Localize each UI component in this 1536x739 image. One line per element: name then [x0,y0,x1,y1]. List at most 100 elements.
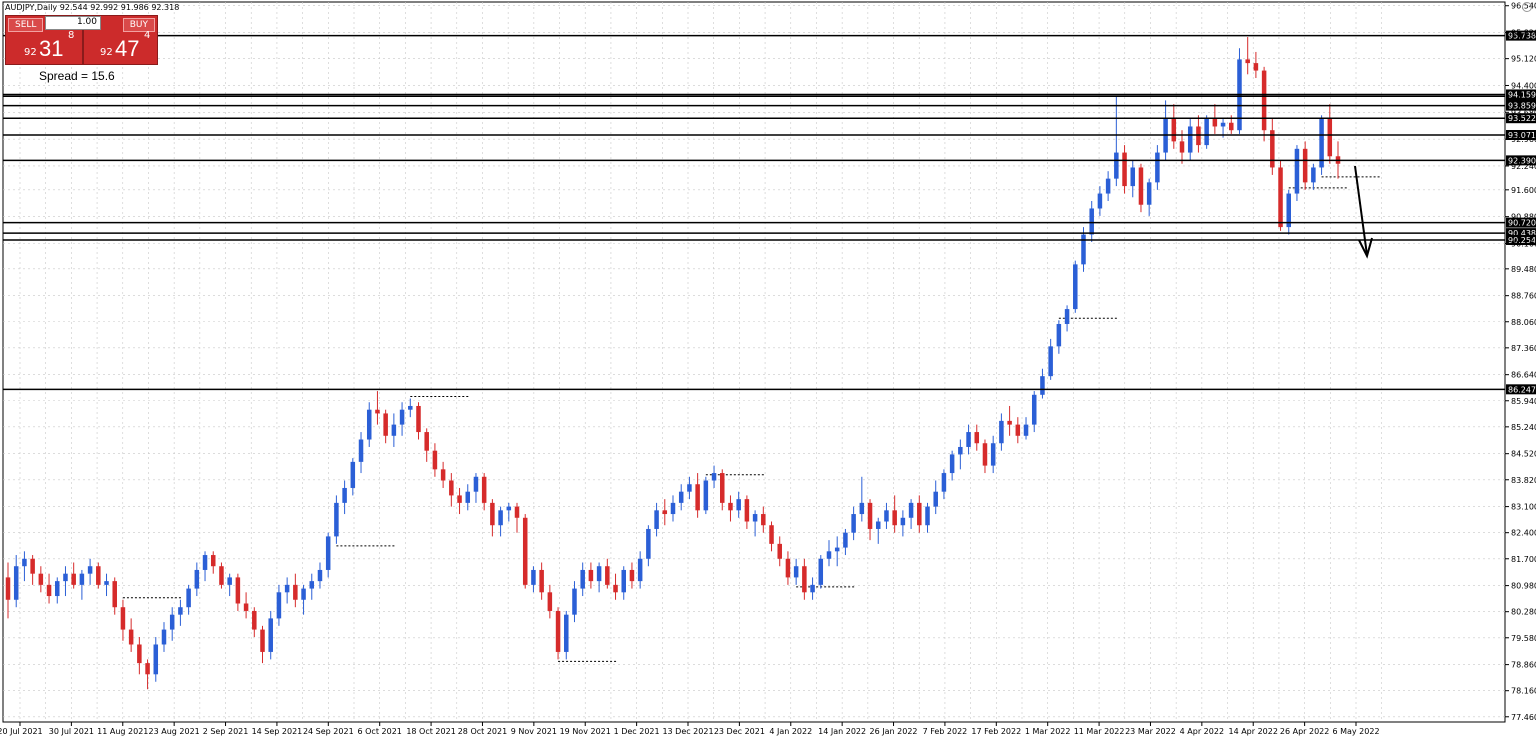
candle-body [202,555,208,570]
candle-body [769,525,774,544]
candle-body [637,558,643,582]
x-tick-label: 13 Dec 2021 [662,727,713,736]
x-tick-label: 24 Sep 2021 [303,727,354,736]
spread-label: Spread = 15.6 [39,69,115,83]
candle-body [1261,70,1267,131]
candle-body [161,629,167,645]
candle-body [13,566,19,600]
candle-body [309,581,315,589]
x-tick-label: 6 Oct 2021 [358,727,402,736]
candle-body [1146,182,1152,205]
candle-body [63,573,68,582]
candle-body [227,577,232,585]
candle-body [605,566,610,585]
candle-body [711,473,717,481]
candle-body [112,581,117,608]
candle-body [802,566,807,593]
candle-body [884,510,889,522]
arrow-annotation [1354,165,1373,259]
candle-body [900,517,906,526]
down-arrow-shaft [1354,165,1368,256]
close-icon[interactable] [1522,2,1532,12]
candle-body [1138,167,1144,205]
candle-body [342,487,347,503]
y-tick-label: 86.640 [1511,371,1536,380]
candle-body [990,443,996,466]
sell-button[interactable]: SELL [8,18,44,32]
candle-body [293,584,298,600]
candle-body [22,558,27,567]
candle-body [473,476,479,492]
candle-body [1089,208,1094,235]
y-tick-label: 94.400 [1511,81,1536,90]
candle-body [867,502,873,529]
candle-body [695,484,700,511]
quantity-input[interactable]: 1.00 [45,16,101,30]
buy-price-prefix: 92 [100,47,113,58]
candle-body [79,573,85,585]
candle-body [178,607,183,615]
candle-body [334,502,339,537]
candle-body [629,569,635,582]
candle-body [1302,148,1308,183]
candle-body [408,405,413,410]
level-price-label: 86.247 [1508,385,1536,394]
x-tick-label: 17 Feb 2022 [971,727,1021,736]
candle-body [1212,119,1218,127]
candle-body [810,584,815,593]
candle-body [506,506,512,511]
candle-body [424,432,429,451]
candle-body [999,420,1004,444]
candle-body [481,476,487,503]
candle-body [908,502,914,518]
candle-body [87,566,93,574]
candle-body [514,506,520,518]
candle-body [974,432,980,444]
x-tick-label: 23 Dec 2021 [714,727,765,736]
candle-body [703,480,709,511]
candle-body [1097,193,1103,209]
x-tick-label: 2 Sep 2021 [203,727,249,736]
x-tick-label: 26 Jan 2022 [870,727,918,736]
candle-body [1007,420,1012,425]
candle-body [564,614,569,652]
candle-body [613,584,618,593]
candle-body [720,473,725,503]
y-tick-label: 78.160 [1511,687,1536,696]
candle-body [1163,119,1168,153]
candle-body [966,432,971,447]
candle-body [137,644,142,664]
candle-body [572,588,577,615]
candle-body [1056,323,1062,347]
x-tick-label: 19 Nov 2021 [560,727,611,736]
candle-body [457,495,462,503]
y-tick-label: 92.240 [1511,162,1536,171]
candle-body [1040,376,1045,395]
candle-body [1073,264,1078,310]
candle-body [777,543,782,559]
price-chart[interactable]: 95.73894.11194.15993.85993.52293.07192.3… [0,0,1536,739]
candle-body [1204,119,1209,146]
candle-body [490,502,495,526]
x-tick-label: 9 Nov 2021 [511,727,557,736]
candle-body [449,480,454,496]
candle-body [5,577,11,600]
candle-body [169,614,175,630]
sell-price-sup: 8 [68,30,75,41]
x-tick-label: 14 Sep 2021 [252,727,303,736]
candle-body [761,514,766,526]
candle-body [1253,63,1259,71]
x-tick-label: 20 Jul 2021 [0,727,43,736]
candle-body [128,629,134,645]
candle-body [358,439,364,462]
candle-body [875,521,881,529]
candle-body [1171,119,1177,142]
candle-body [646,528,651,559]
candle-body [71,573,76,585]
x-tick-label: 14 Apr 2022 [1228,727,1277,736]
candle-body [219,566,224,585]
candle-body [120,607,126,630]
candle-body [55,581,60,597]
x-tick-label: 6 May 2022 [1332,727,1379,736]
candle-body [949,454,955,474]
